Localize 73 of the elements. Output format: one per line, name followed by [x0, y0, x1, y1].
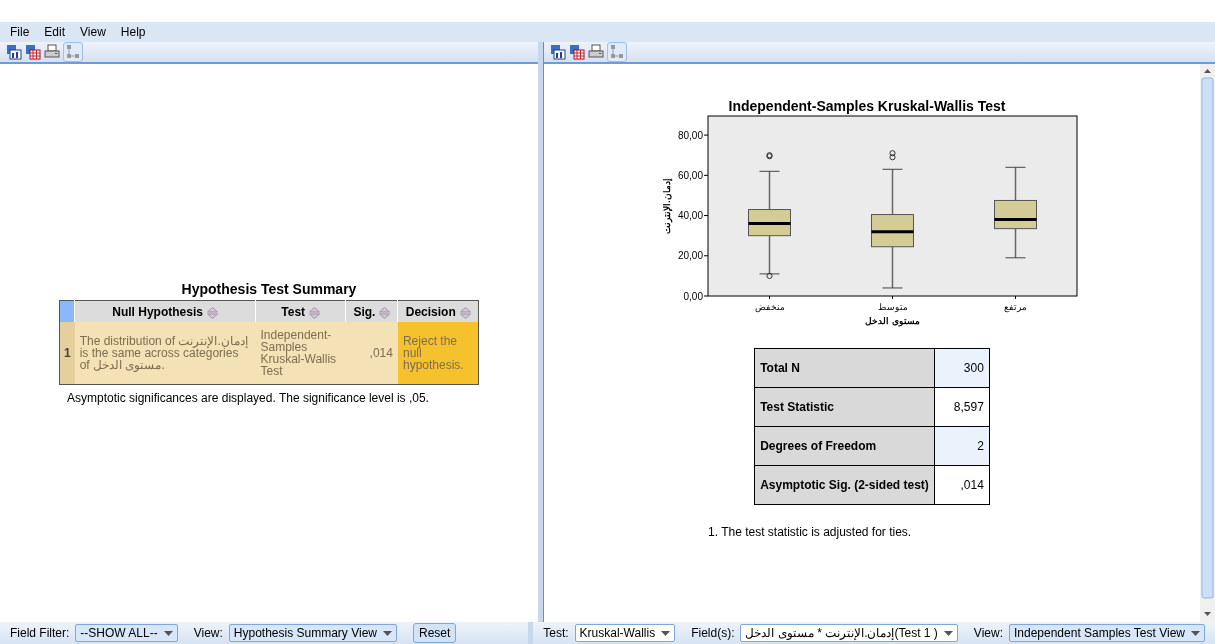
- table-cell: 300: [934, 348, 990, 388]
- dropdown[interactable]: إدمان.الإنترنت * مستوى الدخل(Test 1 ): [740, 624, 958, 642]
- y-tick-label: 80,00: [677, 129, 703, 141]
- menu-item[interactable]: Help: [114, 25, 155, 39]
- table-cell: Reject the null hypothesis.: [397, 322, 479, 385]
- dropdown[interactable]: Independent Samples Test View: [1009, 624, 1205, 642]
- menu-item[interactable]: File: [4, 25, 39, 39]
- note-text: Asymptotic significances are displayed. The significance level is ,05.: [67, 390, 429, 405]
- chart-icon[interactable]: [6, 44, 22, 60]
- y-tick: [703, 215, 709, 217]
- table-cell: ,014: [345, 322, 398, 385]
- y-tick-label: 40,00: [677, 210, 703, 222]
- table-cell: 8,597: [934, 387, 990, 427]
- table-cell: Independent-Samples Kruskal-Wallis Test: [255, 322, 346, 385]
- y-tick-label: 20,00: [677, 250, 703, 262]
- reset-button[interactable]: Reset: [413, 623, 457, 643]
- scrollbar[interactable]: [1200, 64, 1215, 622]
- chart-icon[interactable]: [550, 44, 566, 60]
- x-axis-label: مستوى الدخل: [865, 316, 920, 326]
- y-tick-label: 0,00: [683, 290, 703, 302]
- sort-icon[interactable]: [379, 306, 391, 319]
- sort-icon[interactable]: [206, 306, 218, 319]
- y-tick: [703, 134, 709, 136]
- field-label: View:: [973, 626, 1003, 640]
- x-tick: [1015, 295, 1016, 300]
- dropdown-caret-icon: [1191, 630, 1200, 636]
- field-label: Field(s):: [691, 626, 735, 640]
- dropdown-caret-icon: [163, 630, 173, 636]
- x-tick-label: متوسط: [877, 302, 908, 312]
- column-header: Test: [281, 304, 306, 319]
- y-tick-label: 60,00: [677, 169, 703, 181]
- sort-icon[interactable]: [459, 306, 471, 319]
- field-label: Test:: [543, 626, 569, 640]
- table-cell: Test Statistic: [754, 387, 935, 427]
- menu-item[interactable]: Edit: [38, 25, 75, 39]
- hierarchy-icon[interactable]: [607, 42, 627, 62]
- table-icon[interactable]: [569, 44, 585, 60]
- dropdown[interactable]: Hypothesis Summary View: [228, 624, 397, 642]
- dropdown[interactable]: --SHOW ALL--: [75, 624, 178, 642]
- table-cell: Degrees of Freedom: [754, 426, 935, 466]
- y-axis-label: إدمان.الإنترنت: [662, 178, 672, 234]
- column-header: Null Hypothesis: [112, 304, 203, 319]
- print-icon[interactable]: [588, 44, 604, 60]
- y-tick: [703, 295, 709, 297]
- dropdown-caret-icon: [943, 630, 953, 636]
- header-corner: [59, 300, 75, 323]
- table-icon[interactable]: [25, 44, 41, 60]
- table-cell: The distribution of إدمان.الإنترنت is the same across categories of مستوى الدخل.: [74, 322, 256, 385]
- table-cell: 2: [934, 426, 990, 466]
- dropdown-caret-icon: [661, 630, 671, 636]
- column-header: Decision: [405, 304, 456, 319]
- chart-title: Independent-Samples Kruskal-Wallis Test: [728, 98, 1006, 114]
- print-icon[interactable]: [44, 44, 60, 60]
- column-header: Sig.: [353, 304, 376, 319]
- table-cell: Asymptotic Sig. (2-sided test): [754, 465, 935, 505]
- row-number: 1: [59, 322, 75, 385]
- x-tick-label: مرتفع: [1004, 302, 1027, 312]
- field-label: Field Filter:: [10, 626, 70, 640]
- x-tick-label: منخفض: [754, 302, 785, 312]
- footnote-text: 1. The test statistic is adjusted for ties.: [708, 525, 912, 539]
- x-tick: [769, 295, 770, 300]
- table-title: Hypothesis Test Summary: [181, 281, 357, 298]
- field-label: View:: [193, 626, 223, 640]
- x-tick: [892, 295, 893, 300]
- dropdown[interactable]: Kruskal-Wallis: [574, 624, 676, 642]
- sort-icon[interactable]: [309, 306, 321, 319]
- y-tick: [703, 255, 709, 257]
- hierarchy-icon[interactable]: [63, 42, 83, 62]
- y-tick: [703, 174, 709, 176]
- menu-item[interactable]: View: [74, 25, 115, 39]
- dropdown-caret-icon: [383, 630, 392, 636]
- table-cell: Total N: [754, 348, 935, 388]
- table-cell: ,014: [934, 465, 990, 505]
